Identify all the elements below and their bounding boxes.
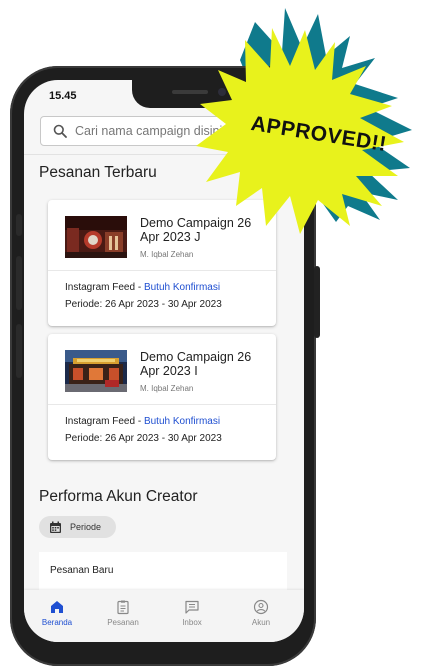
starburst-sticker [196, 28, 404, 234]
